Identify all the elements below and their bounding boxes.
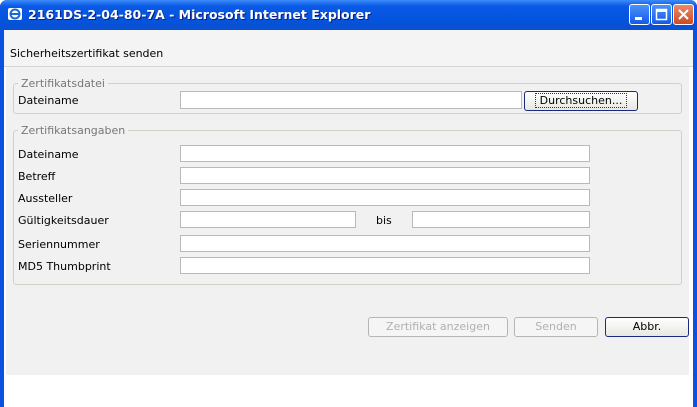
show-certificate-button-label: Zertifikat anzeigen — [386, 320, 490, 333]
detail-label-filename: Dateiname — [18, 148, 79, 161]
detail-label-serial: Seriennummer — [18, 238, 100, 251]
file-name-label: Dateiname — [18, 94, 79, 107]
form-panel: Zertifikatsdatei Dateiname Durchsuchen..… — [6, 67, 689, 375]
validity-from-input[interactable] — [180, 211, 356, 228]
detail-label-subject: Betreff — [18, 170, 56, 183]
validity-to-label: bis — [376, 214, 392, 227]
title-bar[interactable]: 2161DS-2-04-80-7A - Microsoft Internet E… — [0, 0, 697, 30]
close-icon — [678, 9, 689, 20]
ie-icon — [8, 8, 22, 20]
detail-label-issuer: Aussteller — [18, 192, 73, 205]
page-content: Sicherheitszertifikat senden Zertifikats… — [4, 30, 693, 407]
validity-to-input[interactable] — [412, 211, 590, 228]
minimize-icon — [635, 17, 642, 20]
browse-button-label: Durchsuchen... — [534, 93, 628, 108]
window-title: 2161DS-2-04-80-7A - Microsoft Internet E… — [28, 7, 371, 22]
cancel-button-label: Abbr. — [632, 320, 662, 333]
page-header: Sicherheitszertifikat senden — [4, 30, 693, 67]
maximize-button[interactable] — [651, 4, 672, 25]
detail-md5-input[interactable] — [180, 257, 590, 274]
browser-window: 2161DS-2-04-80-7A - Microsoft Internet E… — [0, 0, 697, 407]
certificate-file-legend: Zertifikatsdatei — [21, 77, 105, 90]
send-button-label: Senden — [535, 320, 577, 333]
detail-serial-input[interactable] — [180, 235, 590, 252]
page-title: Sicherheitszertifikat senden — [10, 47, 164, 60]
detail-issuer-input[interactable] — [180, 189, 590, 206]
file-path-input[interactable] — [180, 91, 522, 109]
minimize-button[interactable] — [629, 4, 650, 25]
certificate-details-legend: Zertifikatsangaben — [21, 124, 126, 137]
cancel-button[interactable]: Abbr. — [605, 317, 689, 337]
maximize-icon — [655, 8, 668, 21]
detail-label-md5: MD5 Thumbprint — [18, 260, 111, 273]
show-certificate-button[interactable]: Zertifikat anzeigen — [368, 317, 508, 337]
page-bottom-area — [4, 375, 693, 407]
detail-filename-input[interactable] — [180, 145, 590, 162]
browse-button[interactable]: Durchsuchen... — [524, 91, 638, 111]
detail-subject-input[interactable] — [180, 167, 590, 184]
send-button[interactable]: Senden — [514, 317, 598, 337]
close-button[interactable] — [673, 4, 694, 25]
detail-label-validity: Gültigkeitsdauer — [18, 214, 109, 227]
